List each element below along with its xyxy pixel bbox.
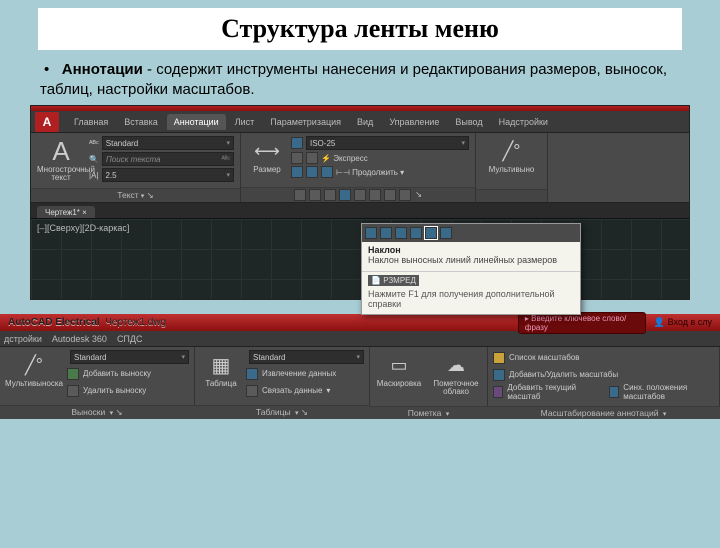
continue-button[interactable]: ⊢⊣ Продолжить ▾ (336, 168, 404, 177)
table-icon: ▦ (200, 350, 242, 380)
panel-text-label[interactable]: Текст▾ ↘ (31, 188, 240, 202)
panel-dimension: ⟷ Размер ISO-25▾ ⚡ Экспресс ⊢⊣ Продолжит… (241, 133, 476, 202)
tab-home[interactable]: Главная (67, 114, 115, 130)
panel-scaling-label[interactable]: Масштабирование аннотаций ▾ (487, 406, 720, 419)
tab2-spds[interactable]: СПДС (117, 334, 143, 344)
login-button[interactable]: 👤 Вход в слу (646, 317, 720, 328)
tab-view[interactable]: Вид (350, 114, 380, 130)
mask-icon: ▭ (375, 350, 423, 380)
dim-ic2 (306, 152, 318, 164)
tab-annotations[interactable]: Аннотации (167, 114, 226, 130)
tooltip-oblique: Наклон Наклон выносных линий линейных ра… (361, 223, 581, 315)
tab2-addins[interactable]: дстройки (4, 334, 42, 344)
multileader-button[interactable]: ╱° Мультивыно (482, 136, 541, 174)
extract-data-button[interactable]: Извлечение данных (246, 366, 364, 381)
tab-sheet[interactable]: Лист (228, 114, 262, 130)
tooltip-help: Нажмите F1 для получения дополнительной … (362, 287, 580, 311)
tooltip-command: 📄 РЗМРЕД (368, 275, 419, 286)
dimension-label: Размер (247, 166, 287, 174)
addcur-scale-button[interactable]: Добавить текущий масштаб (493, 384, 595, 399)
panel-dim-label[interactable]: ↘ (241, 187, 475, 202)
table-button[interactable]: ▦ Таблица (200, 350, 242, 388)
tooltip-desc: Наклон выносных линий линейных размеров (362, 255, 580, 269)
dimension-button[interactable]: ⟷ Размер (247, 136, 287, 174)
desc-bold: Аннотации (62, 61, 143, 78)
slide-title: Структура ленты меню (38, 8, 682, 50)
dimension-icon: ⟷ (247, 136, 287, 166)
panel-tables-label[interactable]: Таблицы ▾ ↘ (194, 405, 370, 419)
tab-manage[interactable]: Управление (382, 114, 446, 130)
tab-insert[interactable]: Вставка (117, 114, 164, 130)
panel-multileader: ╱° Мультивыно (476, 133, 548, 202)
multileader2-icon: ╱° (5, 350, 63, 380)
text-style-combo[interactable]: Standard▾ (102, 136, 234, 150)
app-name: AutoCAD Electrical Чертеж1.dwg (0, 317, 174, 328)
text-height-combo[interactable]: 2.5▾ (102, 168, 235, 182)
dim-express-icon (291, 152, 303, 164)
doc-tab[interactable]: Чертеж1* × (37, 206, 95, 218)
viewport-label[interactable]: [‒][Сверху][2D-каркас] (31, 219, 689, 237)
tab-parametric[interactable]: Параметризация (263, 114, 348, 130)
cloud-icon: ☁ (431, 350, 481, 380)
doc-tab-bar: Чертеж1* × (31, 203, 689, 219)
add-leader-button[interactable]: Добавить выноску (67, 366, 189, 381)
text-icon: A (37, 136, 85, 166)
titlebar2: AutoCAD Electrical Чертеж1.dwg ▸ Введите… (0, 314, 720, 331)
autocad-ribbon-annotations: A Главная Вставка Аннотации Лист Парамет… (30, 105, 690, 300)
slide-description: • Аннотации - содержит инструменты нанес… (40, 60, 680, 99)
multitext-label: Многострочный текст (37, 166, 85, 183)
multileader-icon: ╱° (482, 136, 541, 166)
panel-tables: ▦ Таблица Standard▾ Извлечение данных Св… (195, 347, 370, 419)
sync-scale-button[interactable]: Синх. положения масштабов (609, 384, 714, 399)
multitext-button[interactable]: A Многострочный текст (37, 136, 85, 183)
tab-output[interactable]: Вывод (448, 114, 489, 130)
cloud-button[interactable]: ☁ Пометочное облако (431, 350, 481, 397)
table-style-combo[interactable]: Standard▾ (249, 350, 364, 364)
link-data-button[interactable]: Связать данные ▾ (246, 383, 364, 398)
dim-style-combo[interactable]: ISO-25▾ (306, 136, 469, 150)
ribbon-body: A Многострочный текст ᴬᴮᶜStandard▾ 🔍Поис… (31, 133, 689, 203)
ribbon-tabs: Главная Вставка Аннотации Лист Параметри… (63, 114, 555, 130)
panel-markup-label[interactable]: Пометка ▾ (369, 406, 488, 419)
viewport[interactable]: [‒][Сверху][2D-каркас] Наклон Наклон вын… (31, 219, 689, 299)
panel-text: A Многострочный текст ᴬᴮᶜStandard▾ 🔍Поис… (31, 133, 241, 202)
multileader-label: Мультивыно (482, 166, 541, 174)
panel-scaling: Список масштабов Добавить/Удалить масшта… (488, 347, 720, 419)
leader-style-combo[interactable]: Standard▾ (70, 350, 189, 364)
app-menu-button[interactable]: A (35, 112, 59, 132)
autocad-ribbon-electrical: AutoCAD Electrical Чертеж1.dwg ▸ Введите… (0, 314, 720, 419)
tab2-a360[interactable]: Autodesk 360 (52, 334, 107, 344)
tooltip-title: Наклон (362, 242, 580, 255)
panel-markup: ▭ Маскировка ☁ Пометочное облако Пометка… (370, 347, 488, 419)
dim-style-icon (291, 137, 303, 149)
tab-addins[interactable]: Надстройки (492, 114, 555, 130)
panel-leaders-label[interactable]: Выноски ▾ ↘ (0, 405, 195, 419)
panel-leaders: ╱° Мультивыноска Standard▾ Добавить выно… (0, 347, 195, 419)
multileader2-button[interactable]: ╱° Мультивыноска (5, 350, 63, 388)
text-search[interactable]: Поиск текстаᴬᴮᶜ (102, 152, 234, 166)
express-button[interactable]: ⚡ Экспресс (321, 154, 368, 163)
remove-leader-button[interactable]: Удалить выноску (67, 383, 189, 398)
mask-button[interactable]: ▭ Маскировка (375, 350, 423, 388)
addrem-scale-button[interactable]: Добавить/Удалить масштабы (493, 367, 618, 382)
scale-list-button[interactable]: Список масштабов (493, 350, 580, 365)
